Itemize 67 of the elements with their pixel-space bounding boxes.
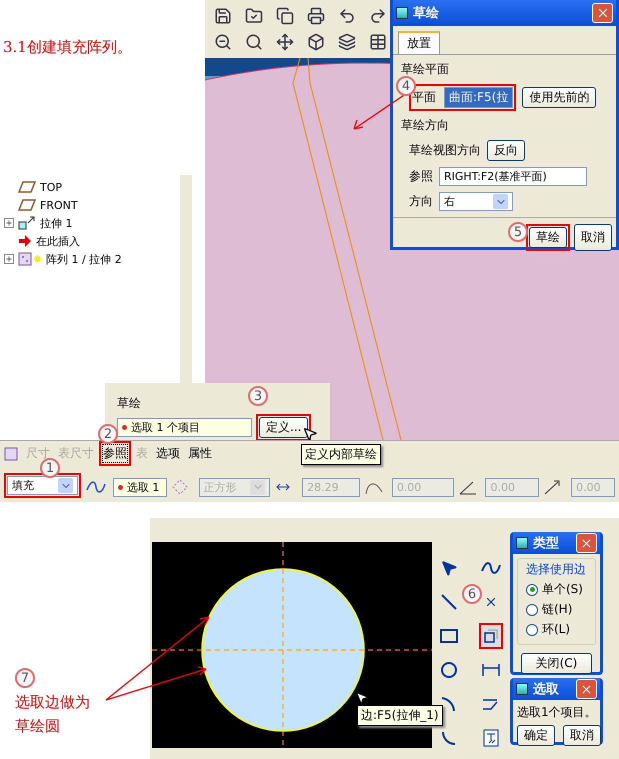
dropdown-icon <box>493 194 508 209</box>
panel-tab[interactable]: 选项 <box>156 445 180 462</box>
dropdown-icon <box>250 480 266 494</box>
define-button[interactable]: 定义... <box>259 417 308 438</box>
tree-item[interactable]: TOP <box>40 180 62 194</box>
radio-label: 链(H) <box>542 601 572 618</box>
reference-field[interactable]: RIGHT:F2(基准平面) <box>439 167 587 186</box>
panel-tab[interactable]: 属性 <box>188 445 212 462</box>
window-icon <box>396 7 408 19</box>
group-label: 草绘方向 <box>401 117 450 134</box>
heading-text: 3.1创建填充阵列。 <box>3 38 132 57</box>
tooltip: 边:F5(拉伸_1) <box>357 705 443 726</box>
pattern-icon <box>4 446 18 460</box>
dialog-title: 类型 <box>533 535 560 552</box>
panel-tab[interactable]: 参照 <box>102 444 128 463</box>
close-icon <box>580 536 593 550</box>
step-number: 7 <box>15 668 35 688</box>
close-button[interactable] <box>576 679 597 699</box>
radio-button[interactable] <box>526 584 538 596</box>
flip-button[interactable]: 反向 <box>487 140 525 161</box>
ok-button[interactable]: 确定 <box>517 725 555 746</box>
tree-item[interactable]: FRONT <box>40 198 78 212</box>
dialog-title: 草绘 <box>413 5 440 22</box>
use-previous-button[interactable]: 使用先前的 <box>522 87 596 108</box>
cursor-icon <box>302 426 318 442</box>
bullet-icon <box>122 425 127 430</box>
expand-toggle[interactable] <box>4 254 14 264</box>
close-button[interactable] <box>592 3 613 23</box>
sketch-button[interactable]: 草绘 <box>529 227 567 248</box>
radio-label: 环(L) <box>542 621 570 638</box>
arrow-icon <box>18 235 32 247</box>
window-icon <box>516 537 528 549</box>
tree-item[interactable]: 阵列 1 / 拉伸 2 <box>46 252 122 266</box>
datum-plane-icon <box>18 199 36 211</box>
pattern-icon <box>18 252 42 266</box>
cancel-button[interactable]: 取消 <box>563 725 601 746</box>
radio-label: 单个(S) <box>542 581 583 598</box>
direction-select[interactable]: 右 <box>439 192 513 211</box>
sketch-collector[interactable]: 选取 1 个项目 <box>117 418 252 437</box>
type-select[interactable]: 填充 <box>7 476 78 495</box>
tab[interactable]: 放置 <box>398 31 440 54</box>
dropdown-icon <box>58 478 73 493</box>
expand-toggle[interactable] <box>4 218 14 228</box>
message-text: 选取1个项目。 <box>516 704 598 721</box>
field-label: 方向 <box>409 193 433 210</box>
tree-item[interactable]: 在此插入 <box>36 234 80 248</box>
panel-label: 草绘 <box>117 395 141 412</box>
close-icon <box>580 682 593 696</box>
annotation-text: 选取边做为草绘圆 <box>15 692 91 737</box>
radio-button[interactable] <box>526 604 538 616</box>
plane-field[interactable]: 曲面:F5(拉 <box>444 87 514 108</box>
sketch-select-field[interactable]: 选取 1 <box>112 478 167 496</box>
tree-item[interactable]: 拉伸 1 <box>40 216 72 230</box>
group-label: 草绘平面 <box>401 61 450 78</box>
field-label: 草绘视图方向 <box>409 142 481 159</box>
extrude-icon <box>18 216 36 230</box>
window-icon <box>516 683 528 695</box>
bullet-icon <box>118 484 123 490</box>
field-label: 参照 <box>409 168 433 185</box>
cancel-button[interactable]: 取消 <box>574 224 612 251</box>
radio-button[interactable] <box>526 624 538 636</box>
dialog-title: 选取 <box>533 681 560 698</box>
tooltip: 定义内部草绘 <box>301 444 381 465</box>
group-label: 选择使用边 <box>526 561 587 578</box>
close-button[interactable] <box>576 533 597 553</box>
datum-plane-icon <box>18 181 36 193</box>
close-dialog-button[interactable]: 关闭(C) <box>521 653 592 674</box>
